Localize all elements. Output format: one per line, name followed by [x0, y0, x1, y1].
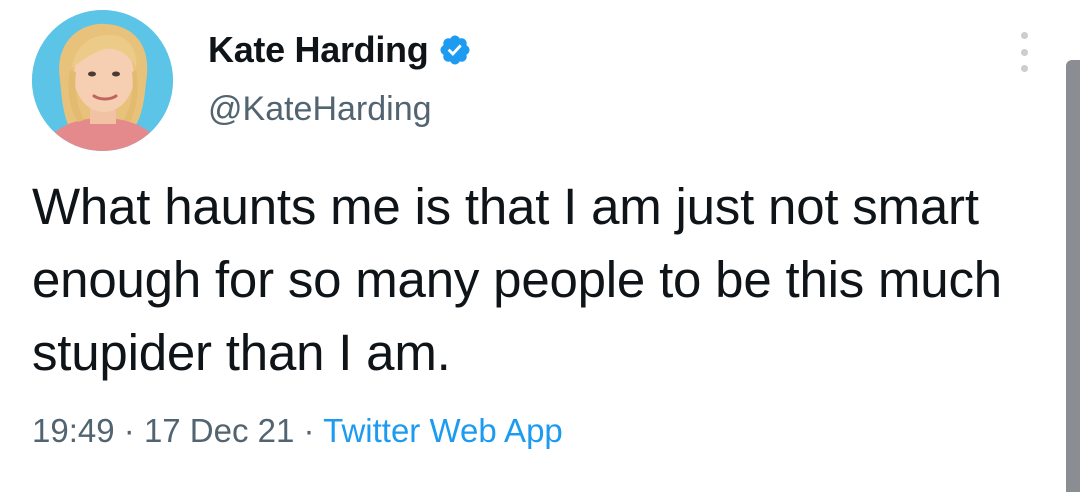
more-dot: [1020, 48, 1028, 56]
scrollbar[interactable]: [1066, 60, 1080, 492]
tweet-text: What haunts me is that I am just not sma…: [32, 178, 1002, 381]
verified-badge-icon: [438, 33, 472, 67]
tweet-time[interactable]: 19:49: [32, 412, 115, 449]
more-options-icon[interactable]: [1016, 32, 1032, 72]
meta-separator: ·: [123, 412, 144, 449]
avatar-image: [32, 10, 173, 151]
meta-separator: ·: [303, 412, 324, 449]
tweet-card: Kate Harding @KateHarding What haunts me…: [0, 0, 1080, 492]
tweet-source-link[interactable]: Twitter Web App: [323, 412, 563, 449]
author-handle[interactable]: @KateHarding: [208, 90, 432, 129]
more-dot: [1020, 65, 1028, 72]
tweet-date[interactable]: 17 Dec 21: [144, 412, 294, 449]
author-name-row: Kate Harding: [208, 28, 472, 72]
more-dot: [1020, 32, 1028, 39]
author-display-name[interactable]: Kate Harding: [208, 29, 429, 71]
avatar[interactable]: [32, 10, 173, 151]
tweet-meta: 19:49 · 17 Dec 21 · Twitter Web App: [32, 412, 563, 450]
